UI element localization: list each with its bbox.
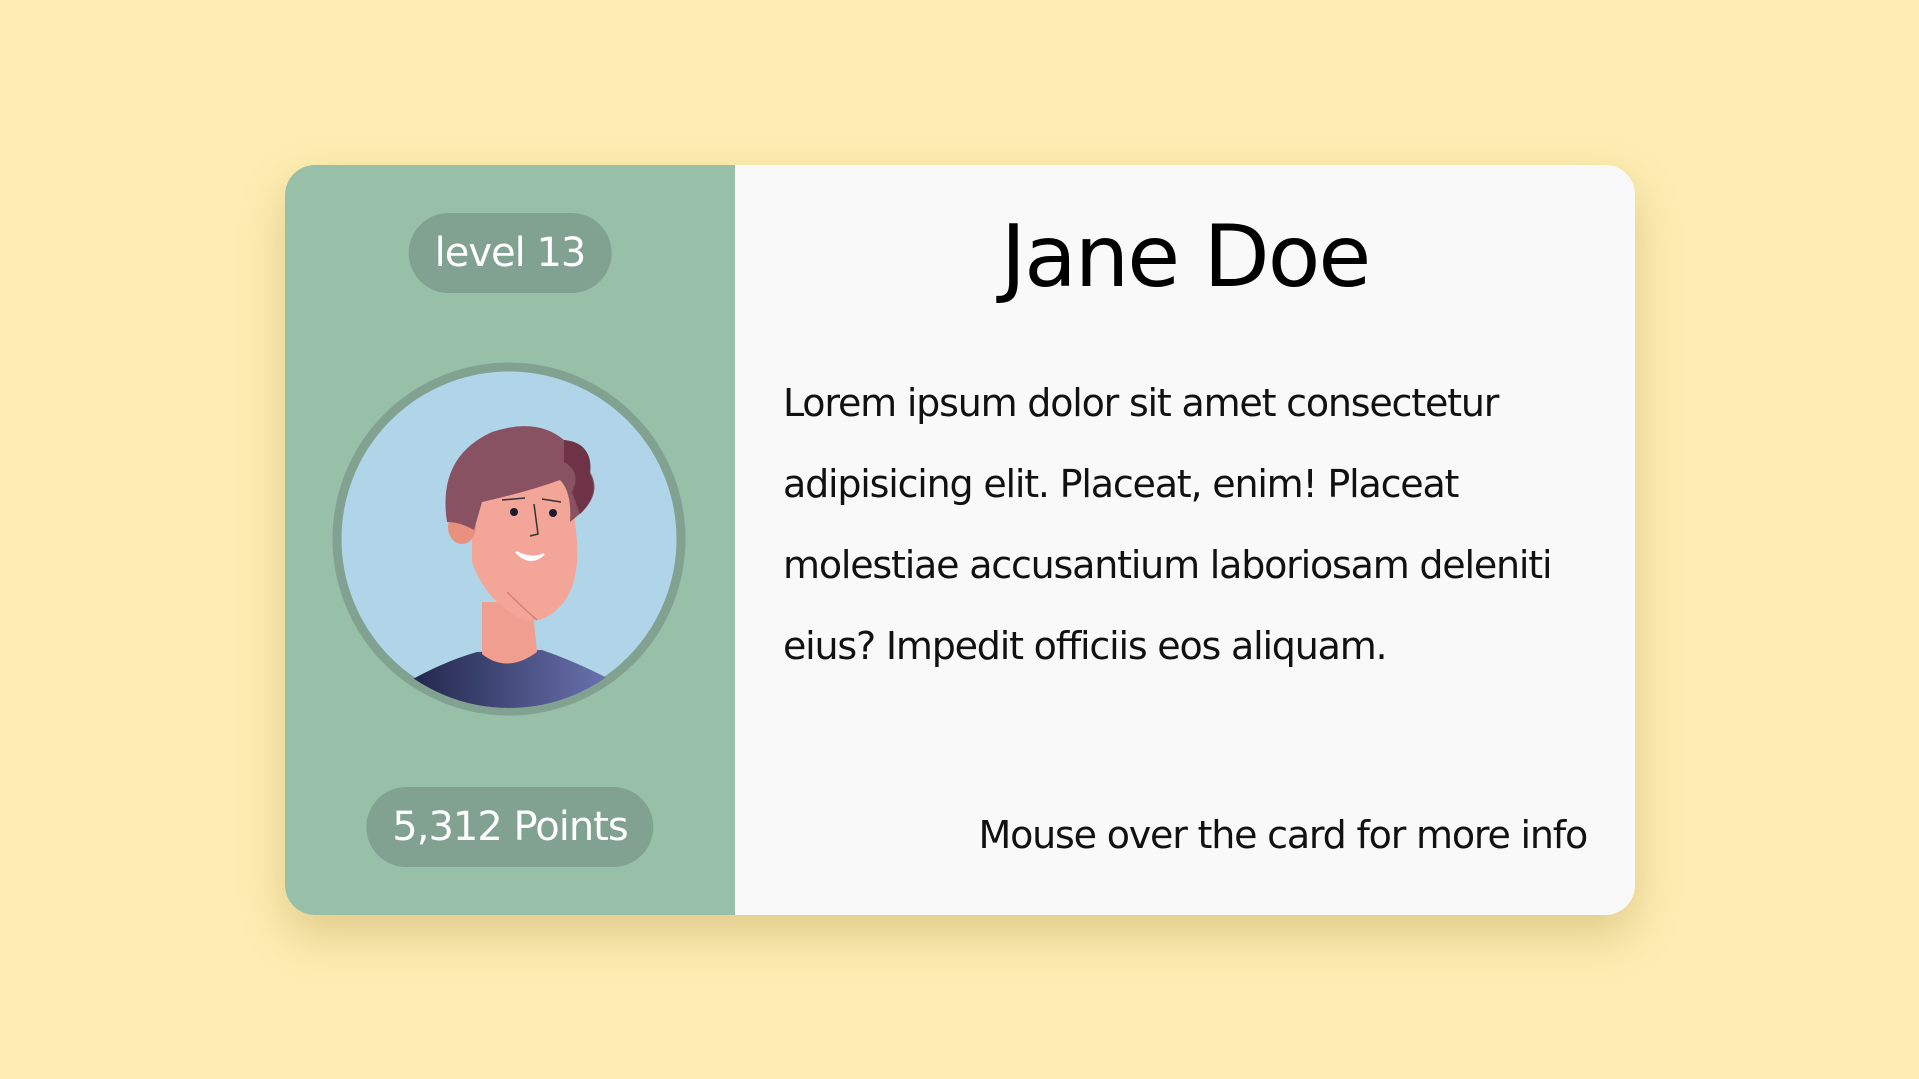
points-badge: 5,312 Points — [366, 787, 654, 867]
hover-hint: Mouse over the card for more info — [978, 813, 1589, 857]
profile-card[interactable]: level 13 5,312 Points Jane Doe Lorem ips… — [285, 165, 1635, 915]
card-right-panel: Jane Doe Lorem ipsum dolor sit amet cons… — [735, 165, 1635, 915]
profile-name: Jane Doe — [1000, 207, 1372, 307]
person-avatar-icon — [332, 362, 686, 716]
card-left-panel: level 13 5,312 Points — [285, 165, 735, 915]
avatar — [332, 362, 686, 716]
level-badge: level 13 — [408, 213, 612, 293]
profile-bio: Lorem ipsum dolor sit amet consectetur a… — [783, 381, 1553, 668]
